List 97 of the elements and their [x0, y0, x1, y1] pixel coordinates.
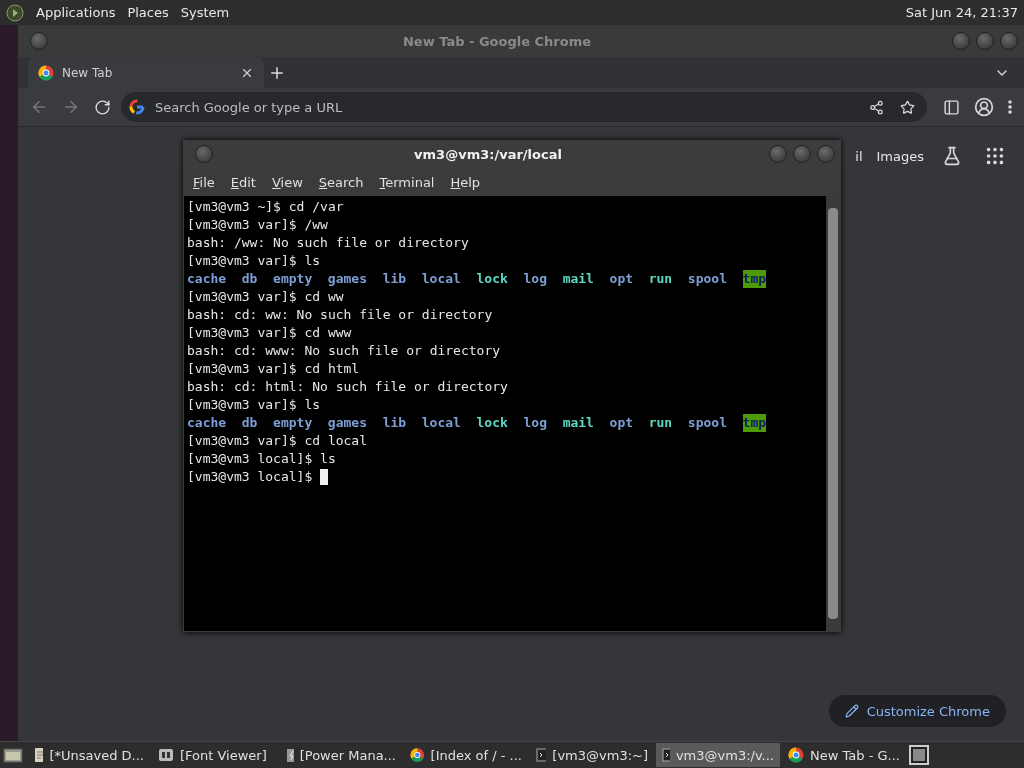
terminal-line: bash: /ww: No such file or directory: [187, 234, 469, 252]
chrome-icon: [38, 64, 54, 81]
star-icon: [900, 99, 915, 115]
directory-name: empty: [273, 270, 313, 288]
document-icon: [32, 747, 44, 763]
taskbar-item[interactable]: [Index of / - ...: [404, 743, 528, 767]
directory-name: lock: [476, 414, 508, 432]
apps-grid-icon: [984, 145, 1006, 167]
directory-name: log: [523, 414, 547, 432]
terminal-title: vm3@vm3:/var/local: [413, 146, 563, 162]
directory-name: log: [523, 270, 547, 288]
window-button[interactable]: [976, 32, 994, 50]
chrome-icon: [410, 747, 425, 763]
taskbar-item[interactable]: New Tab - G...: [782, 743, 906, 767]
share-icon: [869, 99, 884, 115]
reload-icon: [94, 98, 111, 116]
forward-arrow-icon: [62, 98, 80, 116]
directory-name: db: [241, 414, 258, 432]
panel-menu[interactable]: Places: [127, 5, 169, 20]
directory-name: lock: [476, 270, 508, 288]
terminal-line: [vm3@vm3 var]$ cd html: [187, 360, 360, 378]
menu-item[interactable]: Search: [312, 172, 370, 192]
menu-item[interactable]: Edit: [224, 172, 262, 192]
directory-name: local: [421, 414, 461, 432]
terminal-line: [vm3@vm3 var]$ /ww: [187, 216, 328, 234]
scrollbar[interactable]: [826, 196, 840, 631]
window-button[interactable]: [793, 145, 811, 163]
flask-icon: [942, 146, 962, 166]
window-button[interactable]: [30, 32, 48, 50]
terminal-line: [vm3@vm3 local]$ ls: [187, 450, 336, 468]
menu-icon: [1008, 100, 1012, 114]
directory-name: lib: [382, 414, 407, 432]
directory-name: empty: [273, 414, 313, 432]
terminal-line: [vm3@vm3 var]$ cd local: [187, 432, 367, 450]
directory-name: opt: [609, 270, 634, 288]
font-icon: [158, 747, 174, 763]
menu-item[interactable]: File: [187, 172, 221, 192]
customize-chrome-button[interactable]: Customize Chrome: [828, 695, 1006, 727]
directory-name: run: [648, 270, 673, 288]
window-button[interactable]: [817, 145, 835, 163]
directory-name: db: [241, 270, 258, 288]
window-button[interactable]: [769, 145, 787, 163]
workspace-icon[interactable]: [908, 744, 930, 766]
window-button[interactable]: [952, 32, 970, 50]
taskbar-item[interactable]: [*Unsaved D...: [26, 743, 150, 767]
menu-item[interactable]: Terminal: [373, 172, 441, 192]
terminal-line: bash: cd: html: No such file or directory: [187, 378, 508, 396]
terminal-line: [vm3@vm3 var]$ cd www: [187, 324, 352, 342]
directory-name: tmp: [742, 414, 767, 432]
terminal-line: [vm3@vm3 var]$ ls: [187, 252, 321, 270]
terminal-line: bash: cd: www: No such file or directory: [187, 342, 501, 360]
taskbar-item[interactable]: [Power Mana...: [278, 743, 402, 767]
menu-item[interactable]: View: [265, 172, 309, 192]
directory-name: cache: [187, 270, 227, 288]
tab-label: New Tab: [62, 65, 114, 80]
panel-menu[interactable]: Applications: [36, 5, 116, 20]
profile-icon: [974, 97, 994, 117]
side-panel-icon: [943, 98, 960, 116]
terminal-icon: [536, 747, 547, 763]
directory-name: tmp: [742, 270, 767, 288]
window-title: New Tab - Google Chrome: [401, 33, 593, 49]
pencil-icon: [844, 704, 859, 718]
google-icon: [129, 99, 145, 115]
taskbar-item[interactable]: [vm3@vm3:~]: [530, 743, 654, 767]
browser-tab[interactable]: New Tab: [28, 57, 264, 88]
directory-name: cache: [187, 414, 227, 432]
terminal-icon: [662, 747, 670, 763]
app-menu-icon[interactable]: [6, 3, 24, 22]
taskbar-item[interactable]: [Font Viewer]: [152, 743, 276, 767]
show-desktop-icon[interactable]: [2, 745, 24, 765]
directory-name: opt: [609, 414, 634, 432]
clock: Sat Jun 24, 21:37: [905, 5, 1018, 20]
terminal-line: [vm3@vm3 ~]$ cd /var: [187, 198, 344, 216]
terminal-line: [vm3@vm3 var]$ cd ww: [187, 288, 344, 306]
directory-name: run: [648, 414, 673, 432]
chrome-icon: [788, 747, 804, 763]
directory-name: spool: [687, 414, 727, 432]
power-icon: [284, 747, 294, 763]
directory-name: local: [421, 270, 461, 288]
directory-name: games: [327, 270, 367, 288]
terminal-line: [vm3@vm3 var]$ ls: [187, 396, 321, 414]
directory-name: mail: [562, 414, 594, 432]
terminal-prompt: [vm3@vm3 local]$: [187, 468, 314, 486]
panel-menu[interactable]: System: [180, 5, 230, 20]
taskbar-item[interactable]: vm3@vm3:/v...: [656, 743, 780, 767]
cursor: [320, 469, 329, 485]
directory-name: lib: [382, 270, 407, 288]
directory-name: spool: [687, 270, 727, 288]
menu-item[interactable]: Help: [444, 172, 487, 192]
address-bar[interactable]: Search Google or type a URL: [121, 92, 927, 122]
directory-name: mail: [562, 270, 594, 288]
ntp-link[interactable]: il: [855, 148, 863, 164]
window-button[interactable]: [1000, 32, 1018, 50]
terminal-line: bash: cd: ww: No such file or directory: [187, 306, 493, 324]
directory-name: games: [327, 414, 367, 432]
ntp-link[interactable]: Images: [876, 148, 924, 164]
window-button[interactable]: [195, 145, 213, 163]
